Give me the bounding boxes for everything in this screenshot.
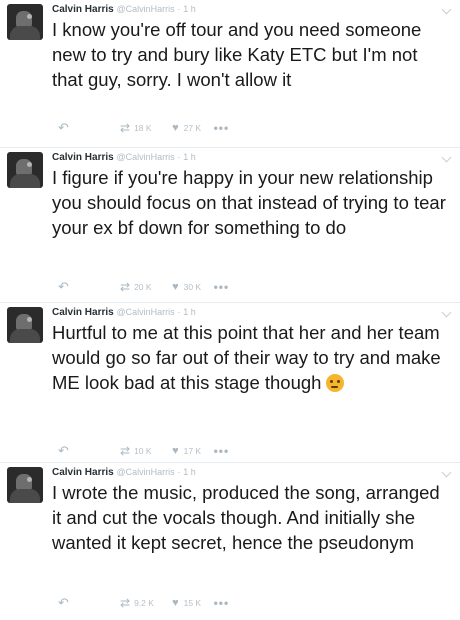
more-icon[interactable]: •••: [214, 121, 230, 135]
author-handle[interactable]: @CalvinHarris: [116, 307, 174, 317]
reply-icon[interactable]: ↶: [58, 120, 120, 136]
more-icon[interactable]: •••: [214, 596, 230, 610]
tweet-text-container: Hurtful to me at this point that her and…: [52, 320, 447, 395]
tweet-header: Calvin Harris @CalvinHarris · 1 h: [52, 467, 196, 478]
author-handle[interactable]: @CalvinHarris: [116, 467, 174, 477]
tweet-text: I know you're off tour and you need some…: [52, 19, 422, 90]
tweet-actions: ↶ ⇄ 9.2 K ♥ 15 K •••: [58, 595, 229, 611]
retweet-count: 9.2 K: [134, 598, 154, 608]
tweet[interactable]: Calvin Harris @CalvinHarris · 1 h Hurtfu…: [0, 303, 460, 463]
author-name[interactable]: Calvin Harris: [52, 152, 114, 163]
author-name[interactable]: Calvin Harris: [52, 467, 114, 478]
like-count: 17 K: [183, 446, 202, 456]
thinking-face-emoji: [326, 374, 345, 392]
like-count: 30 K: [183, 282, 202, 292]
retweet-icon[interactable]: ⇄: [120, 596, 130, 610]
more-icon[interactable]: •••: [214, 280, 230, 294]
tweet-feed: Calvin Harris @CalvinHarris · 1 h I know…: [0, 0, 460, 620]
retweet-count: 18 K: [134, 123, 152, 133]
tweet-header: Calvin Harris @CalvinHarris · 1 h: [52, 307, 196, 318]
heart-icon[interactable]: ♥: [172, 281, 179, 293]
timestamp[interactable]: 1 h: [183, 4, 196, 14]
tweet-text: I wrote the music, produced the song, ar…: [52, 482, 440, 553]
timestamp[interactable]: 1 h: [183, 307, 196, 317]
heart-icon[interactable]: ♥: [172, 122, 179, 134]
tweet-actions: ↶ ⇄ 18 K ♥ 27 K •••: [58, 120, 229, 136]
avatar[interactable]: [7, 152, 43, 188]
reply-icon[interactable]: ↶: [58, 279, 120, 295]
chevron-down-icon[interactable]: [441, 4, 452, 15]
reply-icon[interactable]: ↶: [58, 595, 120, 611]
chevron-down-icon[interactable]: [441, 307, 452, 318]
avatar[interactable]: [7, 4, 43, 40]
like-count: 27 K: [183, 123, 202, 133]
tweet[interactable]: Calvin Harris @CalvinHarris · 1 h I wrot…: [0, 463, 460, 620]
retweet-icon[interactable]: ⇄: [120, 121, 130, 135]
chevron-down-icon[interactable]: [441, 467, 452, 478]
tweet-actions: ↶ ⇄ 20 K ♥ 30 K •••: [58, 279, 229, 295]
retweet-icon[interactable]: ⇄: [120, 280, 130, 294]
heart-icon[interactable]: ♥: [172, 445, 179, 457]
more-icon[interactable]: •••: [214, 444, 230, 458]
author-name[interactable]: Calvin Harris: [52, 4, 114, 15]
author-name[interactable]: Calvin Harris: [52, 307, 114, 318]
timestamp[interactable]: 1 h: [183, 467, 196, 477]
avatar[interactable]: [7, 307, 43, 343]
tweet-text: Hurtful to me at this point that her and…: [52, 322, 441, 393]
tweet-header: Calvin Harris @CalvinHarris · 1 h: [52, 4, 196, 15]
timestamp[interactable]: 1 h: [183, 152, 196, 162]
author-handle[interactable]: @CalvinHarris: [116, 152, 174, 162]
tweet-actions: ↶ ⇄ 10 K ♥ 17 K •••: [58, 443, 229, 459]
heart-icon[interactable]: ♥: [172, 597, 179, 609]
retweet-count: 20 K: [134, 282, 152, 292]
reply-icon[interactable]: ↶: [58, 443, 120, 459]
chevron-down-icon[interactable]: [441, 152, 452, 163]
tweet-text: I figure if you're happy in your new rel…: [52, 167, 446, 238]
retweet-icon[interactable]: ⇄: [120, 444, 130, 458]
tweet-header: Calvin Harris @CalvinHarris · 1 h: [52, 152, 196, 163]
like-count: 15 K: [183, 598, 202, 608]
author-handle[interactable]: @CalvinHarris: [116, 4, 174, 14]
tweet[interactable]: Calvin Harris @CalvinHarris · 1 h I know…: [0, 0, 460, 148]
retweet-count: 10 K: [134, 446, 152, 456]
avatar[interactable]: [7, 467, 43, 503]
tweet[interactable]: Calvin Harris @CalvinHarris · 1 h I figu…: [0, 148, 460, 303]
